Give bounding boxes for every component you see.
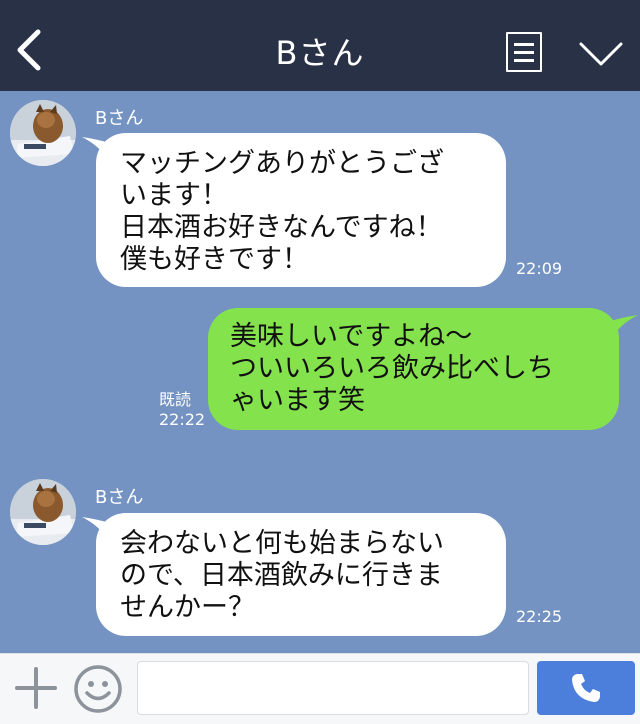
chevron-down-icon[interactable] [578, 40, 624, 68]
message-time: 22:25 [516, 607, 563, 626]
message-bubble[interactable]: 会わないと何も始まらない ので、日本酒飲みに行きま せんかー？ [96, 513, 506, 636]
chat-header: Bさん [0, 0, 640, 91]
message-time: 22:09 [516, 259, 563, 278]
avatar-image [10, 100, 76, 166]
message-list[interactable]: Bさん マッチングありがとうござ います！ 日本酒お好きなんですね！ 僕も好きで… [0, 91, 640, 653]
read-receipt: 既読 22:22 [159, 390, 205, 430]
plus-icon[interactable] [14, 666, 58, 710]
read-label: 既読 [159, 390, 192, 409]
message-time: 22:22 [159, 410, 206, 429]
document-icon[interactable] [506, 32, 542, 72]
message-composer [0, 653, 640, 724]
message-bubble[interactable]: 美味しいですよね〜 ついいろいろ飲み比べしち ゃいます笑 [208, 308, 619, 430]
message-line: せんかー？ [120, 592, 255, 623]
message-line: ゃいます笑 [230, 385, 365, 416]
message-line: ので、日本酒飲みに行きま [120, 560, 443, 591]
avatar[interactable] [10, 479, 76, 545]
message-line: 僕も好きです！ [120, 244, 309, 275]
call-button[interactable] [537, 661, 635, 715]
smiley-icon[interactable] [73, 664, 123, 714]
phone-icon [572, 674, 600, 702]
message-line: います！ [120, 180, 228, 211]
message-line: ついいろいろ飲み比べしち [230, 353, 554, 384]
message-line: 美味しいですよね〜 [230, 321, 473, 352]
message-line: マッチングありがとうござ [120, 148, 444, 179]
message-input[interactable] [137, 661, 529, 715]
message-bubble[interactable]: マッチングありがとうござ います！ 日本酒お好きなんですね！ 僕も好きです！ [96, 133, 506, 287]
message-line: 会わないと何も始まらない [120, 528, 444, 559]
sender-name: Bさん [95, 487, 144, 508]
sender-name: Bさん [95, 108, 144, 129]
avatar-image [10, 479, 76, 545]
avatar[interactable] [10, 100, 76, 166]
chat-title: Bさん [275, 34, 365, 72]
message-line: 日本酒お好きなんですね！ [120, 212, 443, 243]
